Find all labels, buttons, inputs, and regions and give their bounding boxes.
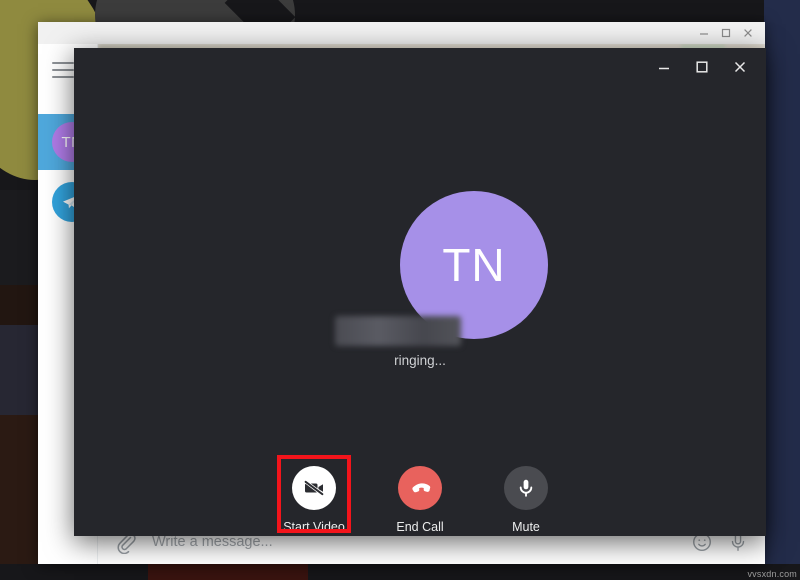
call-controls: Start Video End Call Mute xyxy=(74,455,766,534)
microphone-icon xyxy=(504,466,548,510)
window-close-button[interactable] xyxy=(737,24,759,42)
wallpaper-band-1 xyxy=(0,190,40,285)
contact-name-redacted xyxy=(335,316,461,346)
call-overlay-window: TN ringing... Start Video End Call Mute xyxy=(74,48,766,536)
video-off-icon xyxy=(292,466,336,510)
start-video-button[interactable]: Start Video xyxy=(272,455,356,534)
watermark: vvsxdn.com xyxy=(747,569,797,579)
wallpaper-bottom-accent xyxy=(148,564,308,580)
call-window-titlebar xyxy=(74,48,766,86)
call-minimize-button[interactable] xyxy=(652,55,676,79)
hamburger-menu-icon[interactable] xyxy=(52,62,74,78)
window-minimize-button[interactable] xyxy=(693,24,715,42)
call-maximize-button[interactable] xyxy=(690,55,714,79)
background-window-navy[interactable] xyxy=(764,0,800,564)
window-maximize-button[interactable] xyxy=(715,24,737,42)
wallpaper-band-3 xyxy=(0,325,40,415)
phone-hangup-icon xyxy=(398,466,442,510)
window-titlebar xyxy=(38,22,765,44)
wallpaper-bottom-strip xyxy=(0,564,800,580)
wallpaper-band-2 xyxy=(0,285,40,325)
wallpaper-band-4 xyxy=(0,415,40,565)
call-status-text: ringing... xyxy=(394,353,446,368)
mute-label: Mute xyxy=(512,520,540,534)
mute-button[interactable]: Mute xyxy=(484,466,568,534)
call-close-button[interactable] xyxy=(728,55,752,79)
end-call-button[interactable]: End Call xyxy=(378,466,462,534)
end-call-label: End Call xyxy=(396,520,444,534)
start-video-label: Start Video xyxy=(283,520,345,534)
